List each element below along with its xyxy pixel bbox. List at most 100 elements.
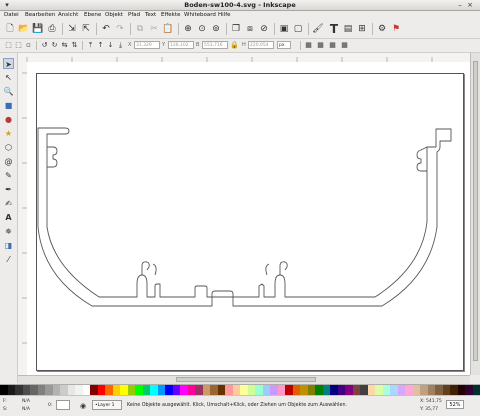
x-field[interactable]: 31,329 (134, 41, 160, 49)
palette-swatch[interactable] (0, 385, 8, 395)
print-icon[interactable]: ⎙ (46, 23, 58, 35)
palette-swatch[interactable] (315, 385, 323, 395)
clone-icon[interactable]: ⧈ (244, 23, 256, 35)
flip-h-icon[interactable]: ⇆ (60, 41, 69, 50)
pencil-tool-icon[interactable]: ✎ (3, 170, 14, 181)
import-icon[interactable]: ⇲ (66, 23, 78, 35)
text-font-icon[interactable]: T (328, 23, 340, 35)
palette-swatch[interactable] (120, 385, 128, 395)
profile-drawing[interactable] (27, 62, 470, 375)
close-icon[interactable]: × (466, 1, 474, 9)
gradient-tool-icon[interactable]: ◨ (3, 240, 14, 251)
fill-value[interactable]: N/A (22, 399, 30, 404)
palette-swatch[interactable] (173, 385, 181, 395)
redo-icon[interactable]: ↷ (114, 23, 126, 35)
zoom-selection-icon[interactable]: ⊕ (182, 23, 194, 35)
vertical-scroll-thumb[interactable] (473, 61, 478, 361)
palette-swatch[interactable] (113, 385, 121, 395)
palette-swatch[interactable] (368, 385, 376, 395)
menu-text[interactable]: Text (145, 12, 156, 18)
palette-swatch[interactable] (30, 385, 38, 395)
raise-icon[interactable]: ↑ (96, 41, 105, 50)
width-field[interactable]: 553,716 (202, 41, 228, 49)
stroke-value[interactable]: N/A (22, 407, 30, 412)
palette-swatch[interactable] (353, 385, 361, 395)
palette-swatch[interactable] (428, 385, 436, 395)
preferences-icon[interactable]: ⚙ (376, 23, 388, 35)
palette-swatch[interactable] (45, 385, 53, 395)
drawing-canvas[interactable] (27, 62, 470, 375)
palette-swatch[interactable] (360, 385, 368, 395)
horizontal-scroll-thumb[interactable] (176, 377, 316, 382)
palette-swatch[interactable] (278, 385, 286, 395)
horizontal-scrollbar[interactable] (18, 375, 470, 384)
new-document-icon[interactable]: 🗋 (4, 23, 16, 35)
calligraphy-tool-icon[interactable]: ✍ (3, 198, 14, 209)
palette-swatch[interactable] (83, 385, 91, 395)
opacity-field[interactable] (56, 400, 70, 410)
palette-swatch[interactable] (435, 385, 443, 395)
palette-swatch[interactable] (23, 385, 31, 395)
xml-editor-icon[interactable]: ▤ (342, 23, 354, 35)
menu-bearbeiten[interactable]: Bearbeiten (25, 12, 55, 18)
palette-swatch[interactable] (330, 385, 338, 395)
zoom-page-icon[interactable]: ⊚ (210, 23, 222, 35)
lower-icon[interactable]: ↓ (106, 41, 115, 50)
height-field[interactable]: 220,054 (248, 41, 274, 49)
raise-top-icon[interactable]: ⤒ (86, 41, 95, 50)
lock-icon[interactable]: 🔒 (230, 41, 239, 50)
palette-swatch[interactable] (390, 385, 398, 395)
minimize-icon[interactable]: – (456, 1, 464, 9)
palette-swatch[interactable] (158, 385, 166, 395)
palette-swatch[interactable] (15, 385, 23, 395)
export-icon[interactable]: ⇱ (80, 23, 92, 35)
palette-swatch[interactable] (405, 385, 413, 395)
palette-swatch[interactable] (105, 385, 113, 395)
palette-swatch[interactable] (345, 385, 353, 395)
palette-swatch[interactable] (210, 385, 218, 395)
palette-swatch[interactable] (450, 385, 458, 395)
palette-swatch[interactable] (90, 385, 98, 395)
palette-swatch[interactable] (255, 385, 263, 395)
rotate-cw-icon[interactable]: ↻ (50, 41, 59, 50)
paste-icon[interactable]: 📋 (162, 23, 174, 35)
palette-swatch[interactable] (225, 385, 233, 395)
star-tool-icon[interactable]: ★ (3, 128, 14, 139)
node-tool-icon[interactable]: ↖ (3, 72, 14, 83)
spray-tool-icon[interactable]: ✵ (3, 226, 14, 237)
menu-hilfe[interactable]: Hilfe (218, 12, 231, 18)
palette-swatch[interactable] (203, 385, 211, 395)
rectangle-tool-icon[interactable]: ■ (3, 100, 14, 111)
palette-swatch[interactable] (375, 385, 383, 395)
save-icon[interactable]: 💾 (32, 23, 44, 35)
palette-swatch[interactable] (195, 385, 203, 395)
palette-swatch[interactable] (323, 385, 331, 395)
palette-swatch[interactable] (188, 385, 196, 395)
layer-select[interactable]: •Layer 1 (92, 400, 122, 410)
palette-swatch[interactable] (165, 385, 173, 395)
palette-swatch[interactable] (443, 385, 451, 395)
menu-effekte[interactable]: Effekte (161, 12, 180, 18)
palette-swatch[interactable] (233, 385, 241, 395)
palette-swatch[interactable] (135, 385, 143, 395)
menu-ansicht[interactable]: Ansicht (58, 12, 78, 18)
palette-swatch[interactable] (338, 385, 346, 395)
menu-ebene[interactable]: Ebene (84, 12, 101, 18)
ellipse-tool-icon[interactable]: ● (3, 114, 14, 125)
ungroup-icon[interactable]: ▢ (292, 23, 304, 35)
scale-corners-icon[interactable]: ▦ (316, 41, 325, 50)
palette-swatch[interactable] (53, 385, 61, 395)
menu-pfad[interactable]: Pfad (128, 12, 140, 18)
vertical-scrollbar[interactable] (470, 53, 480, 375)
palette-swatch[interactable] (458, 385, 466, 395)
palette-swatch[interactable] (75, 385, 83, 395)
document-properties-icon[interactable]: ⚑ (390, 23, 402, 35)
zoom-field[interactable]: 52% (446, 400, 464, 409)
cut-icon[interactable]: ✂ (148, 23, 160, 35)
palette-swatch[interactable] (285, 385, 293, 395)
deselect-icon[interactable]: ▫ (24, 41, 33, 50)
palette-swatch[interactable] (180, 385, 188, 395)
lower-bottom-icon[interactable]: ⤓ (116, 41, 125, 50)
palette-swatch[interactable] (98, 385, 106, 395)
select-all-layers-icon[interactable]: ⬚ (14, 41, 23, 50)
